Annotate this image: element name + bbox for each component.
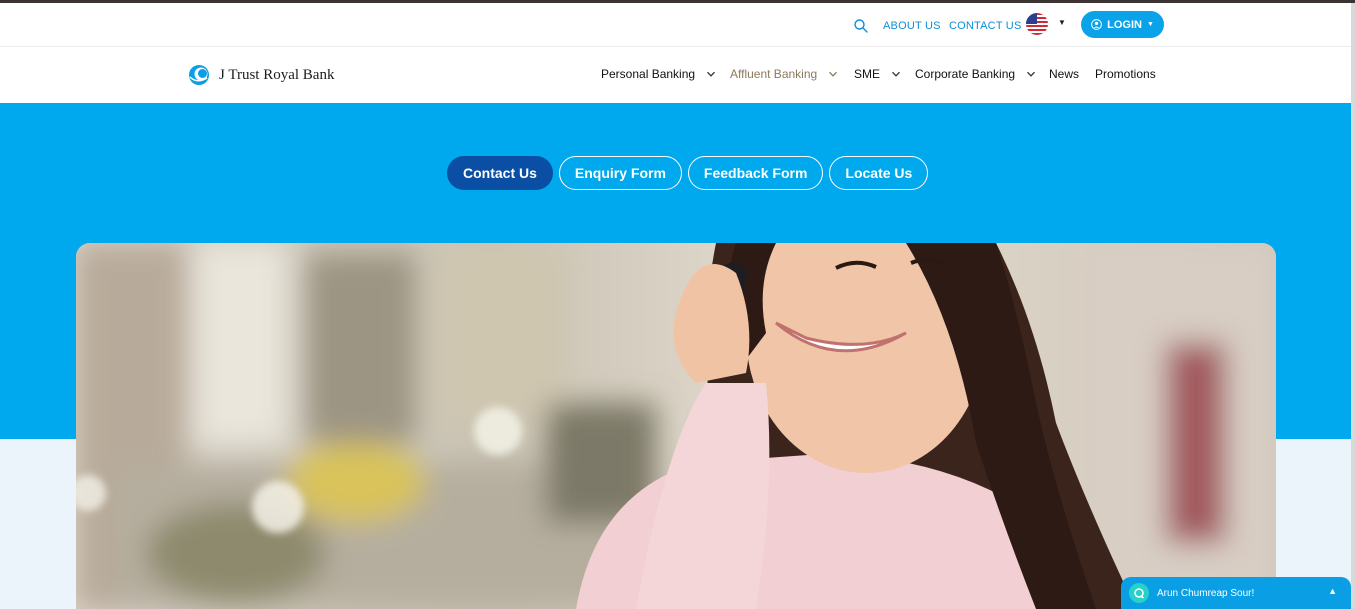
- chevron-down-icon: [892, 71, 900, 77]
- main-navigation: J Trust Royal Bank Personal Banking Affl…: [0, 47, 1351, 103]
- nav-label: News: [1049, 67, 1080, 81]
- brand-swirl-icon: [189, 65, 209, 85]
- chevron-down-icon: [1027, 71, 1036, 77]
- nav-label: SME: [854, 67, 881, 81]
- contact-us-link[interactable]: CONTACT US: [949, 20, 1022, 32]
- tab-locate-us[interactable]: Locate Us: [829, 156, 929, 190]
- nav-affluent-banking[interactable]: Affluent Banking: [730, 67, 838, 81]
- about-us-link[interactable]: ABOUT US: [883, 20, 941, 32]
- woman-on-phone-photo: [76, 243, 1276, 609]
- chat-bubble-icon: [1129, 583, 1149, 603]
- nav-sme[interactable]: SME: [854, 67, 901, 81]
- nav-corporate-banking[interactable]: Corporate Banking: [915, 67, 1036, 81]
- login-button[interactable]: LOGIN ▼: [1081, 11, 1164, 38]
- chevron-down-icon: [829, 71, 838, 77]
- utility-bar: ABOUT US CONTACT US ▼ LOGIN ▼: [0, 3, 1351, 47]
- tab-contact-us[interactable]: Contact Us: [447, 156, 553, 190]
- tab-feedback-form[interactable]: Feedback Form: [687, 156, 824, 190]
- nav-news[interactable]: News: [1049, 67, 1079, 81]
- nav-label: Personal Banking: [601, 67, 696, 81]
- nav-label: Promotions: [1095, 67, 1156, 81]
- nav-label: Affluent Banking: [730, 67, 818, 81]
- login-label: LOGIN: [1107, 18, 1142, 31]
- scrollbar-track[interactable]: [1351, 3, 1355, 609]
- nav-label: Corporate Banking: [915, 67, 1016, 81]
- brand-name: J Trust Royal Bank: [219, 66, 335, 83]
- hero-banner-image: [76, 243, 1276, 609]
- contact-tabs: Contact Us Enquiry Form Feedback Form Lo…: [447, 156, 929, 190]
- nav-personal-banking[interactable]: Personal Banking: [601, 67, 716, 81]
- login-caret-icon: ▼: [1146, 21, 1154, 28]
- chevron-down-icon: [707, 71, 716, 77]
- language-caret-icon[interactable]: ▼: [1058, 18, 1066, 27]
- search-icon[interactable]: [853, 18, 869, 34]
- brand-logo[interactable]: J Trust Royal Bank: [187, 64, 334, 86]
- chat-label: Arun Chumreap Sour!: [1157, 587, 1255, 599]
- user-icon: [1091, 19, 1102, 30]
- chevron-up-icon[interactable]: ▲: [1328, 586, 1337, 596]
- us-flag-icon[interactable]: [1026, 13, 1048, 35]
- chat-widget[interactable]: Arun Chumreap Sour! ▲: [1121, 577, 1351, 609]
- tab-enquiry-form[interactable]: Enquiry Form: [558, 156, 682, 190]
- nav-promotions[interactable]: Promotions: [1095, 67, 1156, 81]
